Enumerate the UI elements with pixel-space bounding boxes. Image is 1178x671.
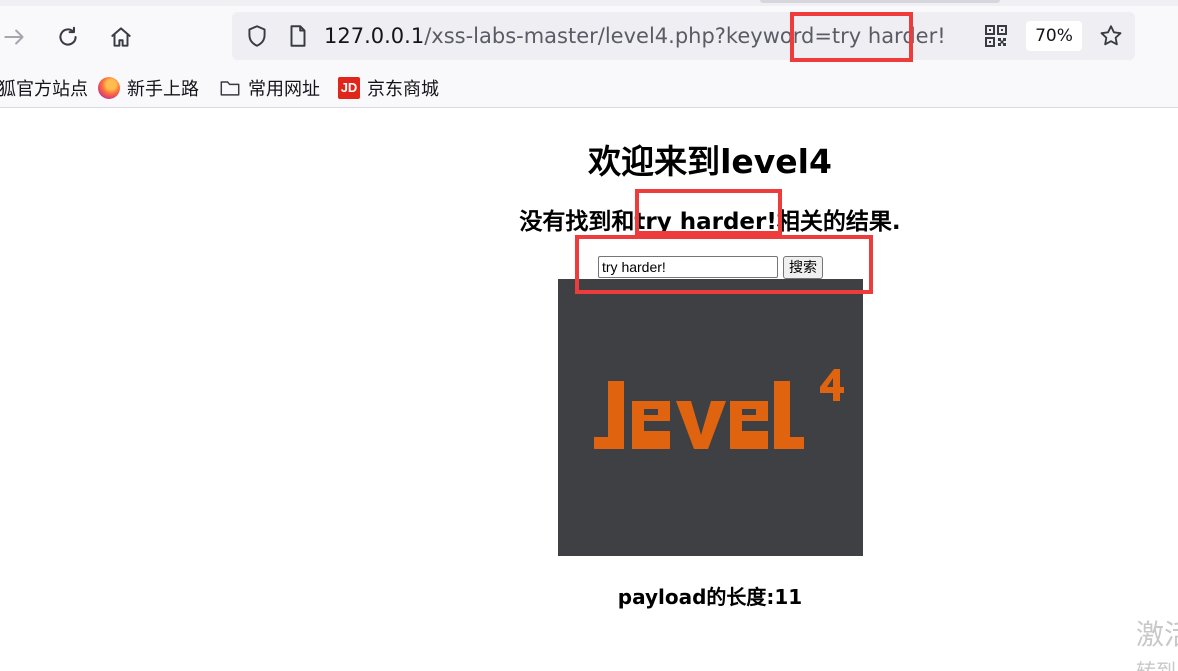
bookmark-official-site[interactable]: 狐官方站点 [0, 74, 88, 102]
forward-button[interactable] [0, 18, 34, 56]
address-bar[interactable]: 127.0.0.1/xss-labs-master/level4.php?key… [232, 12, 1135, 60]
highlight-box-url [790, 12, 913, 62]
bookmark-jd-mall[interactable]: JD 京东商城 [338, 74, 439, 102]
page-content: 欢迎来到level4 没有找到和try harder!相关的结果. 搜索 pay… [0, 109, 1178, 671]
arrow-right-icon [4, 29, 24, 45]
home-icon [111, 27, 131, 47]
page-title: 欢迎来到level4 [588, 142, 832, 181]
star-icon[interactable] [1098, 23, 1124, 49]
bookmarks-bar: 狐官方站点 新手上路 常用网址 JD 京东商城 [0, 70, 1178, 108]
firefox-icon [98, 77, 120, 99]
page-icon[interactable] [285, 23, 311, 49]
bookmark-label: 狐官方站点 [0, 79, 88, 100]
activation-watermark: 激活 [1136, 618, 1178, 651]
jd-icon: JD [338, 77, 360, 99]
folder-icon [220, 81, 240, 96]
result-message: 没有找到和try harder!相关的结果. [519, 209, 901, 235]
bookmark-label: 新手上路 [127, 79, 199, 100]
tab-shadow [760, 0, 1000, 3]
tab-strip-edge [0, 0, 1178, 6]
bookmark-label: 常用网址 [248, 79, 320, 100]
browser-toolbar: 127.0.0.1/xss-labs-master/level4.php?key… [0, 0, 1178, 70]
activation-watermark-sub: 转到 [1136, 659, 1176, 671]
qr-code-icon[interactable] [984, 24, 1008, 48]
reload-icon [59, 26, 77, 46]
shield-icon[interactable] [244, 23, 270, 49]
bookmark-getting-started[interactable]: 新手上路 [98, 74, 199, 102]
level-banner-image [558, 279, 863, 556]
home-button[interactable] [102, 18, 140, 56]
level4-logo [594, 369, 844, 449]
bookmark-label: 京东商城 [367, 79, 439, 100]
payload-length: payload的长度:11 [617, 585, 803, 609]
highlight-box-search [575, 235, 873, 294]
reload-button[interactable] [49, 18, 87, 56]
zoom-level-badge[interactable]: 70% [1026, 21, 1082, 51]
highlight-box-result [635, 189, 782, 235]
url-host: 127.0.0.1 [324, 24, 425, 48]
bookmark-common-sites[interactable]: 常用网址 [219, 74, 320, 102]
